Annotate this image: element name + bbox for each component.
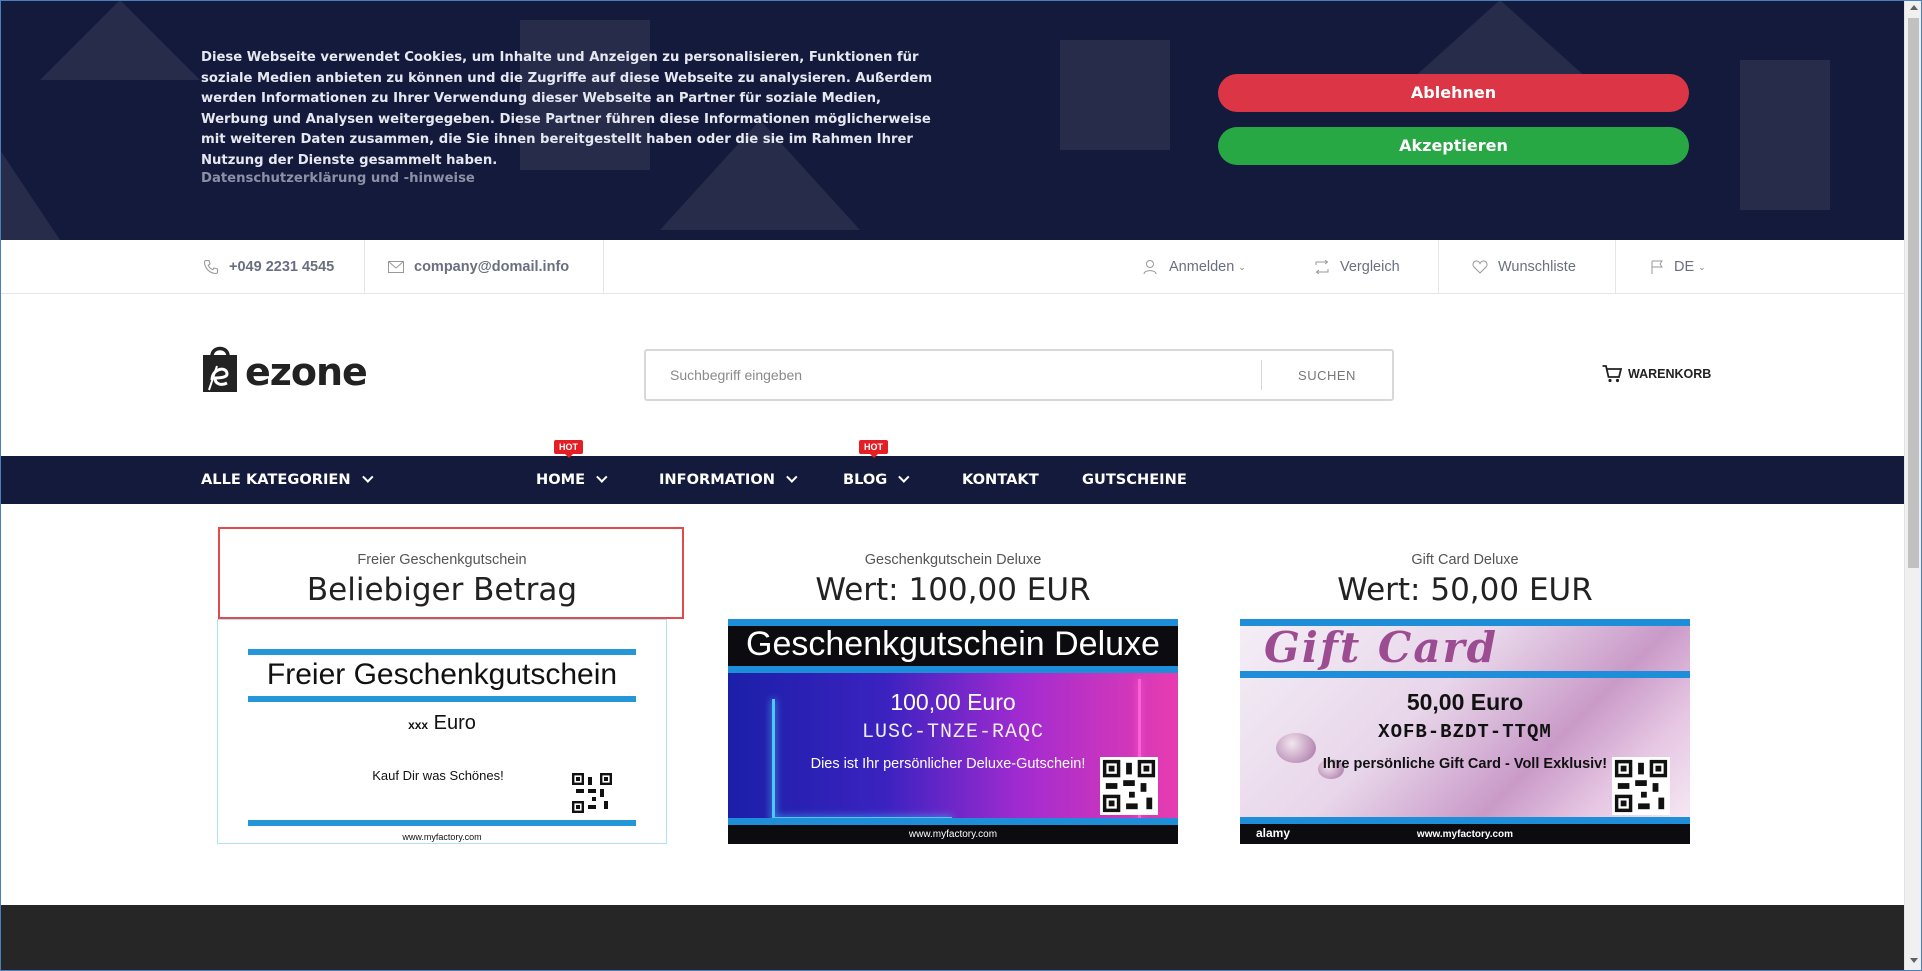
top-bar: +049 2231 4545 company@domail.info Anmel… [0,240,1904,294]
nav-label: KONTAKT [962,471,1039,488]
chevron-down-icon [361,471,374,483]
card-value-prefix: xxx [408,718,429,732]
search-bar: SUCHEN [644,349,1394,401]
nav-vouchers[interactable]: GUTSCHEINE [1082,456,1187,504]
divider [603,240,604,294]
card-url: www.myfactory.com [402,832,482,842]
qr-code-icon [1612,757,1670,815]
card-value: 50,00 Euro [1406,689,1524,715]
chevron-down-icon [596,471,608,483]
highlight-box [218,527,684,619]
divider [1438,240,1439,294]
phone-number: +049 2231 4545 [229,259,335,275]
compare-link[interactable]: Vergleich [1314,240,1400,294]
cart-label: WARENKORB [1628,367,1712,381]
login-menu[interactable]: Anmelden ⌄ [1143,240,1246,294]
language-label: DE [1674,259,1695,275]
search-button[interactable]: SUCHEN [1262,368,1392,383]
card-heading: Freier Geschenkgutschein [266,658,618,691]
card-stripe [248,696,636,702]
card-url: www.myfactory.com [908,829,998,840]
card-heading: Geschenkgutschein Deluxe [746,625,1160,663]
chevron-down-icon: ⌄ [1238,261,1246,272]
user-icon [1143,260,1157,275]
compare-icon [1315,260,1329,274]
card-stripe [248,649,636,655]
search-input[interactable] [646,351,1261,399]
site-logo[interactable]: ezone [201,342,368,394]
wishlist-link[interactable]: Wunschliste [1472,240,1576,294]
vertical-scrollbar[interactable] [1904,0,1922,971]
cookie-message: Diese Webseite verwendet Cookies, um Inh… [201,50,933,168]
card-stripe [728,619,1178,626]
qr-code-icon [572,773,612,813]
hot-badge: HOT [859,440,888,458]
scrollbar-thumb[interactable] [1908,18,1919,568]
heart-icon [1472,260,1488,274]
product-title: Wert: 100,00 EUR [815,572,1091,608]
privacy-link[interactable]: Datenschutzerklärung und -hinweise [201,171,475,186]
product-subtitle: Gift Card Deluxe [1411,552,1519,568]
hot-badge: HOT [554,440,583,458]
cart-icon [1602,365,1622,383]
cookie-banner: Diese Webseite verwendet Cookies, um Inh… [0,0,1904,240]
nav-home[interactable]: HOT HOME [536,440,608,504]
mail-icon [388,261,404,273]
nav-label: GUTSCHEINE [1082,471,1187,488]
card-stripe [728,818,1178,825]
login-label: Anmelden [1169,259,1235,275]
nav-label: INFORMATION [659,471,775,488]
nav-label: ALLE KATEGORIEN [201,471,351,488]
footer [0,905,1904,971]
voucher-card-image[interactable]: Freier Geschenkgutschein xxx Euro Kauf D… [217,619,667,844]
compare-label: Vergleich [1340,259,1400,275]
card-stripe [1240,817,1690,824]
card-url: www.myfactory.com [1416,829,1514,840]
nav-all-categories[interactable]: ALLE KATEGORIEN [201,456,374,504]
scroll-up-icon[interactable] [1910,5,1918,10]
product-title: Wert: 50,00 EUR [1337,572,1593,608]
flag-icon [1651,260,1663,274]
product-gift-card[interactable]: Gift Card Deluxe Wert: 50,00 EUR [1240,552,1690,608]
main-navigation: ALLE KATEGORIEN HOT HOME INFORMATION HOT… [0,440,1904,504]
phone-contact[interactable]: +049 2231 4545 [203,240,334,294]
nav-label: BLOG [843,471,888,488]
card-value: xxx Euro [218,712,666,735]
divider [1615,240,1616,294]
card-value: 100,00 Euro [890,689,1016,715]
card-code: LUSC-TNZE-RAQC [861,721,1045,744]
card-value-suffix: Euro [433,712,476,734]
cart-link[interactable]: WARENKORB [1602,365,1711,383]
chevron-down-icon [898,471,910,483]
card-stripe [1240,671,1690,678]
voucher-card-image[interactable]: Gift Card 50,00 Euro XOFB-BZDT-TTQM Ihre… [1240,619,1690,844]
phone-icon [203,259,219,275]
chevron-down-icon [786,471,798,483]
nav-information[interactable]: INFORMATION [659,456,798,504]
email-address: company@domail.info [414,259,570,275]
divider [364,240,365,294]
accept-cookies-button[interactable]: Akzeptieren [1218,127,1689,165]
email-contact[interactable]: company@domail.info [388,240,569,294]
wishlist-label: Wunschliste [1498,259,1576,275]
logo-text: ezone [245,350,368,394]
nav-blog[interactable]: HOT BLOG [843,440,910,504]
qr-code-icon [1100,757,1158,815]
product-deluxe-voucher[interactable]: Geschenkgutschein Deluxe Wert: 100,00 EU… [728,552,1178,608]
language-selector[interactable]: DE ⌄ [1650,240,1706,294]
card-stripe [248,820,636,826]
card-stripe [728,666,1178,673]
voucher-card-image[interactable]: Geschenkgutschein Deluxe 100,00 Euro LUS… [728,619,1178,844]
nav-contact[interactable]: KONTAKT [962,456,1039,504]
card-heading: Gift Card [1264,623,1499,672]
shopping-bag-logo-icon [203,346,237,392]
reject-cookies-button[interactable]: Ablehnen [1218,74,1689,112]
product-subtitle: Geschenkgutschein Deluxe [864,552,1042,568]
chevron-down-icon: ⌄ [1698,261,1706,272]
card-code: XOFB-BZDT-TTQM [1378,721,1552,743]
scroll-down-icon[interactable] [1910,958,1918,963]
nav-label: HOME [536,471,586,488]
